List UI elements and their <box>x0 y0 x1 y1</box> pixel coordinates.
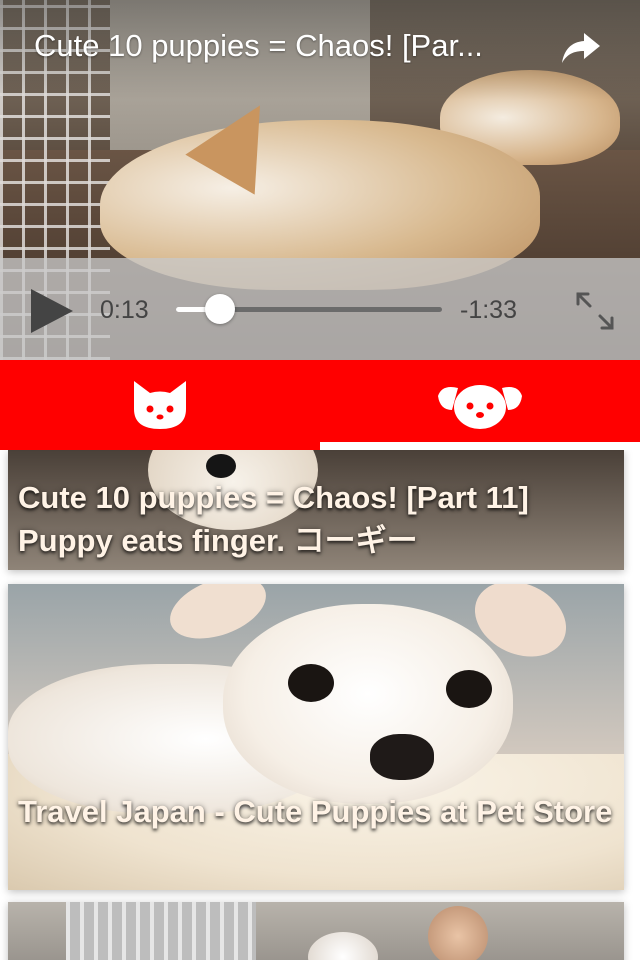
cat-face-icon <box>134 381 186 429</box>
video-player[interactable]: Cute 10 puppies = Chaos! [Par... 0:13 -1… <box>0 0 640 360</box>
video-card[interactable] <box>8 902 624 960</box>
time-remaining: -1:33 <box>460 296 517 324</box>
card-thumbnail-detail <box>370 734 434 780</box>
play-button[interactable] <box>26 286 76 336</box>
video-card[interactable]: Travel Japan - Cute Puppies at Pet Store <box>8 584 624 890</box>
card-thumbnail-detail <box>428 906 488 960</box>
fullscreen-expand-icon <box>576 292 614 330</box>
time-elapsed: 0:13 <box>100 296 149 324</box>
video-card-title: Travel Japan - Cute Puppies at Pet Store <box>18 794 613 829</box>
tab-dogs[interactable] <box>320 360 640 450</box>
video-title: Cute 10 puppies = Chaos! [Par... <box>34 28 483 63</box>
video-card-title: Cute 10 puppies = Chaos! [Part 11] Puppy… <box>18 480 529 558</box>
category-tab-bar <box>0 360 640 450</box>
progress-thumb[interactable] <box>204 294 235 324</box>
video-card[interactable]: Cute 10 puppies = Chaos! [Part 11] Puppy… <box>8 450 624 570</box>
fullscreen-button[interactable] <box>572 288 618 334</box>
dog-face-icon <box>438 385 522 429</box>
card-thumbnail-detail <box>206 454 236 478</box>
tab-cats[interactable] <box>0 360 320 450</box>
progress-scrubber[interactable] <box>176 294 442 324</box>
card-thumbnail-detail <box>308 932 378 960</box>
share-button[interactable] <box>558 28 604 68</box>
video-feed: Cute 10 puppies = Chaos! [Part 11] Puppy… <box>0 450 640 960</box>
card-thumbnail-detail <box>446 670 492 708</box>
card-thumbnail <box>66 902 256 960</box>
selected-tab-indicator <box>320 442 640 450</box>
card-thumbnail-detail <box>288 664 334 702</box>
playback-controls: 0:13 -1:33 <box>0 258 640 360</box>
play-icon <box>31 289 73 333</box>
share-arrow-icon <box>562 33 600 63</box>
